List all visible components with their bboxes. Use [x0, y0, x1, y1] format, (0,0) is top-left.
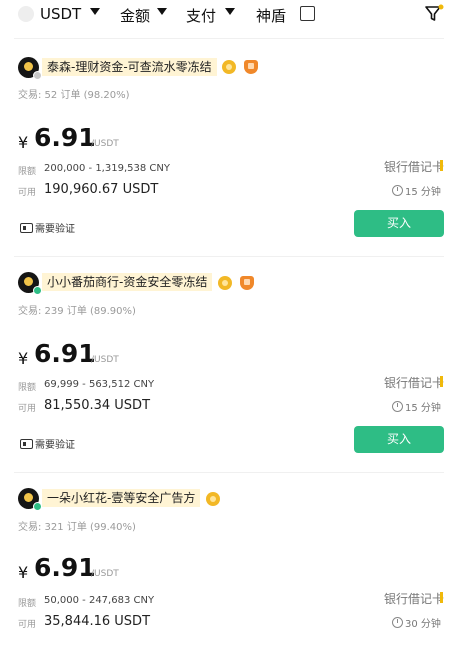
limit-label: 限额 [18, 599, 37, 609]
available-amount: 190,960.67 USDT [44, 182, 159, 197]
clock-icon [392, 617, 403, 628]
online-status-dot [33, 286, 42, 295]
clock-icon [392, 185, 403, 196]
online-status-dot [33, 502, 42, 511]
limit-range: 50,000 - 247,683 CNY [44, 595, 155, 606]
available-label: 可用 [18, 404, 37, 414]
trade-stats: 交易: 52 订单 (98.20%) [18, 90, 130, 101]
price: 6.91 [34, 339, 96, 368]
filter-funnel-icon[interactable] [424, 4, 444, 24]
payment-color-bar [440, 160, 443, 171]
available-amount: 35,844.16 USDT [44, 614, 151, 629]
verify-text: 需要验证 [35, 440, 75, 451]
payment-dropdown-icon[interactable] [225, 8, 235, 15]
payment-method: 银行借记卡 [383, 376, 444, 390]
currency-symbol: ¥ [18, 563, 29, 582]
buy-button[interactable]: 买入 [354, 426, 444, 453]
trade-stats: 交易: 321 订单 (99.40%) [18, 522, 136, 533]
divider [14, 256, 444, 257]
available-label: 可用 [18, 188, 37, 198]
id-card-icon [20, 439, 33, 449]
amount-dropdown-icon[interactable] [157, 8, 167, 15]
currency-symbol: ¥ [18, 133, 29, 152]
verify-text: 需要验证 [35, 224, 75, 235]
payment-time-limit: 15 分钟 [392, 183, 441, 198]
offline-status-dot [33, 71, 42, 80]
limit-range: 69,999 - 563,512 CNY [44, 379, 155, 390]
time-limit-text: 15 分钟 [405, 403, 441, 414]
limit-label: 限额 [18, 383, 37, 393]
merchant-name[interactable]: 小小番茄商行-资金安全零冻结 [42, 273, 213, 291]
payment-color-bar [440, 376, 443, 387]
gold-medal-icon [218, 276, 232, 290]
merchant-name[interactable]: 泰森-理财资金-可查流水零冻结 [42, 58, 217, 76]
payment-time-limit: 15 分钟 [392, 399, 441, 414]
available-amount: 81,550.34 USDT [44, 398, 151, 413]
usdt-coin-icon [18, 6, 34, 22]
price-unit: /USDT [91, 569, 119, 579]
shield-badge-icon [240, 276, 254, 290]
shield-badge-icon [244, 60, 258, 74]
payment-time-limit: 30 分钟 [392, 615, 441, 630]
trade-stats: 交易: 239 订单 (89.90%) [18, 306, 136, 317]
shield-filter-label: 神盾 [256, 7, 287, 25]
payment-color-bar [440, 592, 443, 603]
price: 6.91 [34, 123, 96, 152]
payment-method: 银行借记卡 [383, 592, 444, 606]
price-unit: /USDT [91, 139, 119, 149]
amount-filter-label[interactable]: 金额 [120, 5, 150, 26]
verification-required: 需要验证 [20, 436, 75, 451]
clock-icon [392, 401, 403, 412]
time-limit-text: 15 分钟 [405, 187, 441, 198]
verification-required: 需要验证 [20, 220, 75, 235]
payment-filter-label[interactable]: 支付 [186, 5, 216, 26]
gold-medal-icon [222, 60, 236, 74]
id-card-icon [20, 223, 33, 233]
merchant-name[interactable]: 一朵小红花-壹等安全广告方 [42, 489, 201, 507]
shield-checkbox[interactable] [300, 6, 315, 21]
coin-dropdown-icon[interactable] [90, 8, 100, 15]
gold-medal-icon [206, 492, 220, 506]
divider [14, 472, 444, 473]
available-label: 可用 [18, 620, 37, 630]
price-unit: /USDT [91, 355, 119, 365]
divider [14, 38, 444, 39]
filter-bar: USDT 金额 支付 神盾 [0, 0, 474, 34]
limit-label: 限额 [18, 167, 37, 177]
payment-method: 银行借记卡 [383, 160, 444, 174]
buy-button[interactable]: 买入 [354, 210, 444, 237]
coin-filter-label[interactable]: USDT [40, 5, 81, 23]
price: 6.91 [34, 553, 96, 582]
time-limit-text: 30 分钟 [405, 619, 441, 630]
limit-range: 200,000 - 1,319,538 CNY [44, 163, 170, 174]
currency-symbol: ¥ [18, 349, 29, 368]
